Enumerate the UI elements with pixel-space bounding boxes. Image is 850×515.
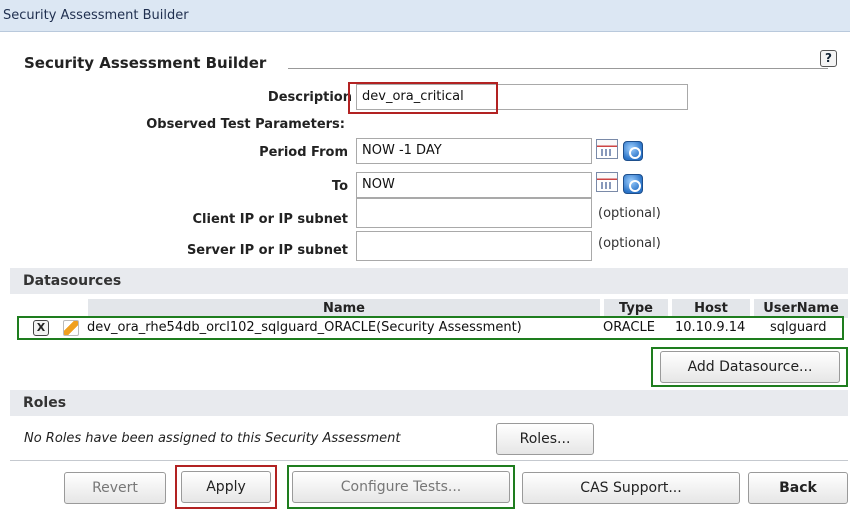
roles-message: No Roles have been assigned to this Secu… bbox=[24, 431, 401, 446]
server-ip-input[interactable] bbox=[356, 231, 592, 261]
description-highlight bbox=[348, 82, 498, 114]
datasource-username: sqlguard bbox=[770, 320, 827, 335]
page-title: Security Assessment Builder bbox=[24, 54, 267, 72]
datasource-host: 10.10.9.14 bbox=[675, 320, 746, 335]
cas-support-button[interactable]: CAS Support... bbox=[522, 472, 740, 504]
revert-button[interactable]: Revert bbox=[64, 472, 166, 504]
datasources-section-header: Datasources bbox=[10, 268, 848, 294]
to-label: To bbox=[331, 179, 348, 194]
title-divider bbox=[288, 68, 828, 69]
server-ip-label: Server IP or IP subnet bbox=[186, 243, 348, 258]
help-icon[interactable]: ? bbox=[820, 50, 837, 67]
datasource-name: dev_ora_rhe54db_orcl102_sqlguard_ORACLE(… bbox=[87, 320, 522, 335]
to-picker-icon[interactable] bbox=[623, 174, 643, 194]
datasource-type: ORACLE bbox=[603, 320, 655, 335]
period-from-input[interactable]: NOW -1 DAY bbox=[356, 138, 592, 164]
client-ip-label: Client IP or IP subnet bbox=[192, 212, 349, 227]
add-datasource-button[interactable]: Add Datasource... bbox=[660, 351, 840, 383]
client-ip-input[interactable] bbox=[356, 198, 592, 228]
remove-datasource-icon[interactable]: X bbox=[33, 320, 49, 336]
apply-button[interactable]: Apply bbox=[181, 471, 271, 503]
window-title: Security Assessment Builder bbox=[0, 0, 850, 32]
period-from-calendar-icon[interactable] bbox=[596, 139, 618, 159]
observed-parameters-label: Observed Test Parameters: bbox=[146, 117, 345, 132]
period-from-picker-icon[interactable] bbox=[623, 141, 643, 161]
to-input[interactable]: NOW bbox=[356, 172, 592, 198]
client-ip-optional: (optional) bbox=[598, 206, 661, 221]
period-from-label: Period From bbox=[259, 145, 348, 160]
to-calendar-icon[interactable] bbox=[596, 172, 618, 192]
back-button[interactable]: Back bbox=[748, 472, 848, 504]
configure-tests-button[interactable]: Configure Tests... bbox=[292, 471, 510, 503]
footer-divider bbox=[10, 460, 848, 461]
edit-datasource-icon[interactable] bbox=[63, 320, 79, 336]
roles-button[interactable]: Roles... bbox=[496, 423, 594, 455]
roles-section-header: Roles bbox=[10, 390, 848, 416]
description-label: Description bbox=[267, 90, 352, 105]
server-ip-optional: (optional) bbox=[598, 236, 661, 251]
